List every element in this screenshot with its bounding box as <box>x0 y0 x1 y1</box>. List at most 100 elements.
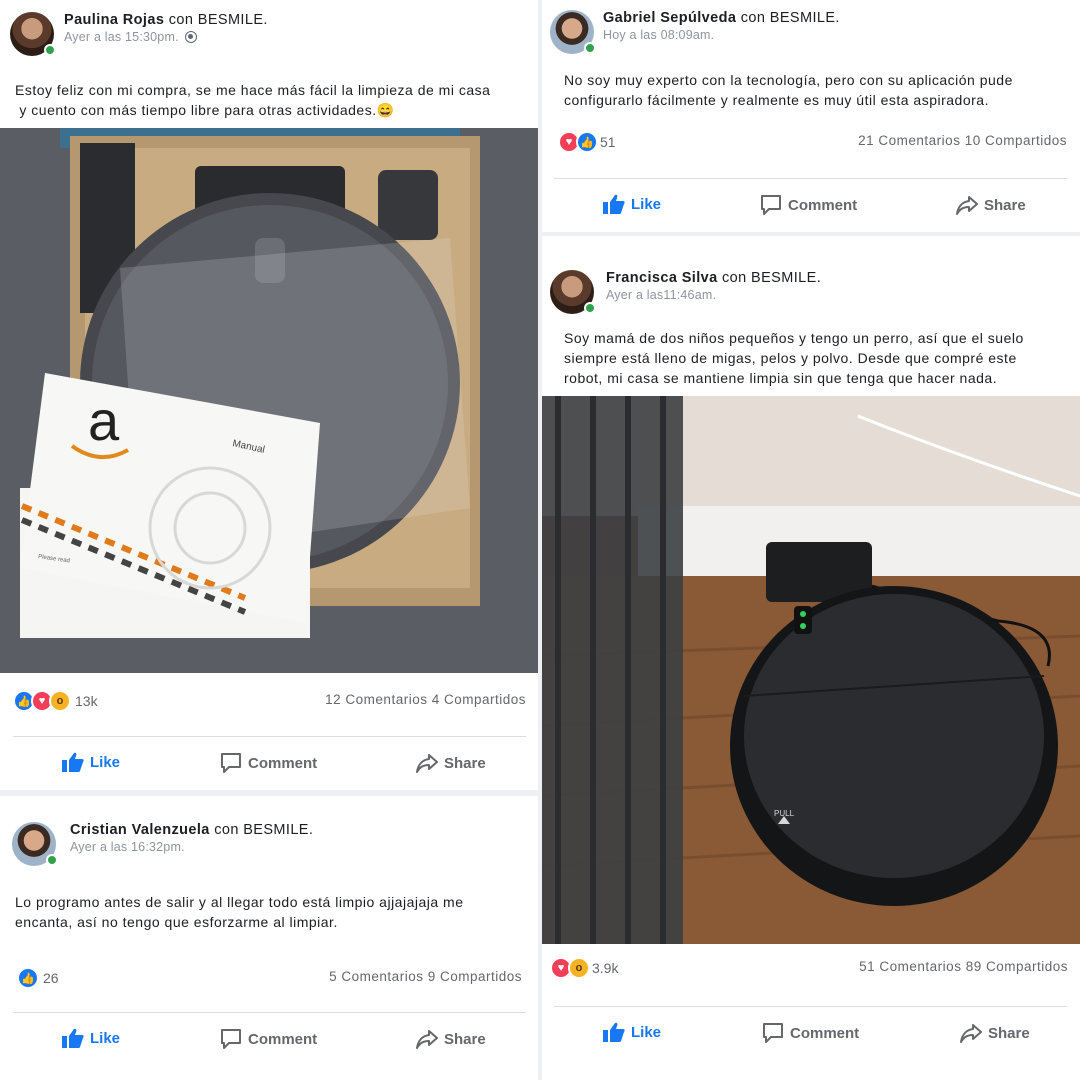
thumbs-up-icon <box>603 1022 625 1042</box>
like-button[interactable]: Like <box>603 194 661 214</box>
reaction-count[interactable]: 13k <box>75 693 98 709</box>
like-label: Like <box>90 1029 121 1047</box>
action-bar: Like Comment Share <box>0 752 538 782</box>
comments-shares[interactable]: 21 Comentarios 10 Compartidos <box>858 133 1067 148</box>
share-icon <box>960 1024 982 1043</box>
robot-on-floor-image: PULL <box>542 396 1080 944</box>
author-name[interactable]: Cristian Valenzuela <box>70 822 210 838</box>
like-label: Like <box>631 1023 662 1041</box>
post-text: Estoy feliz con mi compra, se me hace má… <box>15 80 530 120</box>
avatar[interactable] <box>12 822 58 866</box>
wow-reaction-icon[interactable]: o <box>568 957 590 979</box>
reaction-count[interactable]: 26 <box>43 970 59 986</box>
divider <box>554 1006 1067 1007</box>
reaction-bar: ♥ 👍 51 21 Comentarios 10 Compartidos <box>558 130 1067 154</box>
post-cristian: Cristian Valenzuela con BESMILE. Ayer a … <box>0 796 538 1080</box>
comments-shares[interactable]: 5 Comentarios 9 Compartidos <box>329 969 522 984</box>
reaction-count[interactable]: 51 <box>600 134 616 150</box>
comments-shares[interactable]: 12 Comentarios 4 Compartidos <box>325 692 526 707</box>
with-label: con BESMILE. <box>168 12 268 28</box>
online-indicator <box>44 44 56 56</box>
globe-icon <box>184 31 197 43</box>
comment-icon <box>221 753 241 773</box>
wow-reaction-icon[interactable]: o <box>49 690 71 712</box>
share-icon <box>416 1030 438 1049</box>
share-label: Share <box>984 196 1026 214</box>
post-text-line: encanta, así no tengo que esforzarme al … <box>15 914 338 930</box>
like-button[interactable]: Like <box>62 752 120 772</box>
post-time[interactable]: Ayer a las 16:32pm. <box>70 840 185 854</box>
avatar[interactable] <box>550 270 596 314</box>
comment-icon <box>763 1023 783 1043</box>
share-label: Share <box>444 754 486 772</box>
like-reaction-icon[interactable]: 👍 <box>17 967 39 989</box>
comment-button[interactable]: Comment <box>760 194 857 216</box>
like-label: Like <box>90 753 121 771</box>
share-label: Share <box>988 1024 1030 1042</box>
post-text-line: Estoy feliz con mi compra, se me hace má… <box>15 82 491 98</box>
post-text-line: configurarlo fácilmente y realmente es m… <box>564 92 989 108</box>
comments-shares[interactable]: 51 Comentarios 89 Compartidos <box>859 959 1068 974</box>
post-text-line: robot, mi casa se mantiene limpia sin qu… <box>564 370 998 386</box>
post-francisca: Francisca Silva con BESMILE. Ayer a las1… <box>542 236 1080 1080</box>
action-bar: Like Comment Share <box>542 194 1080 224</box>
online-indicator <box>46 854 58 866</box>
divider <box>554 178 1067 179</box>
online-indicator <box>584 302 596 314</box>
avatar[interactable] <box>550 10 596 54</box>
with-label: con BESMILE. <box>214 822 314 838</box>
thumbs-up-icon <box>603 194 625 214</box>
post-paulina: Paulina Rojas con BESMILE. Ayer a las 15… <box>0 0 538 790</box>
comment-icon <box>221 1029 241 1049</box>
share-label: Share <box>444 1030 486 1048</box>
comment-button[interactable]: Comment <box>220 1028 317 1050</box>
brand-logo: a <box>88 389 120 452</box>
like-button[interactable]: Like <box>603 1022 661 1042</box>
post-time[interactable]: Ayer a las 15:30pm. <box>64 30 179 44</box>
author-name[interactable]: Francisca Silva <box>606 270 718 286</box>
comment-label: Comment <box>790 1024 860 1042</box>
action-bar: Like Comment Share <box>0 1028 538 1058</box>
share-icon <box>416 754 438 773</box>
post-text-line: siempre está lleno de migas, pelos y pol… <box>564 350 1017 366</box>
reaction-bar: ♥ o 3.9k 51 Comentarios 89 Compartidos <box>550 956 1068 980</box>
post-photo[interactable]: a Manual Please read <box>0 128 538 673</box>
comment-button[interactable]: Comment <box>762 1022 859 1044</box>
divider <box>13 736 526 737</box>
comment-label: Comment <box>788 196 858 214</box>
action-bar: Like Comment Share <box>542 1022 1080 1052</box>
with-label: con BESMILE. <box>722 270 822 286</box>
post-text-line: Lo programo antes de salir y al llegar t… <box>15 894 464 910</box>
share-button[interactable]: Share <box>960 1022 1030 1044</box>
reaction-bar: 👍 26 5 Comentarios 9 Compartidos <box>17 966 522 990</box>
like-reaction-icon[interactable]: 👍 <box>576 131 598 153</box>
post-text-line: y cuento con más tiempo libre para otras… <box>15 102 395 118</box>
comment-icon <box>761 195 781 215</box>
post-photo[interactable]: PULL <box>542 396 1080 944</box>
share-button[interactable]: Share <box>416 1028 486 1050</box>
post-text-line: No soy muy experto con la tecnología, pe… <box>564 72 1013 88</box>
author-name[interactable]: Gabriel Sepúlveda <box>603 10 736 26</box>
post-time[interactable]: Hoy a las 08:09am. <box>603 28 714 42</box>
like-label: Like <box>631 195 662 213</box>
author-name[interactable]: Paulina Rojas <box>64 12 164 28</box>
reaction-bar: 👍 ♥ o 13k 12 Comentarios 4 Compartidos <box>13 689 526 713</box>
post-text-line: Soy mamá de dos niños pequeños y tengo u… <box>564 330 1024 346</box>
share-button[interactable]: Share <box>416 752 486 774</box>
like-button[interactable]: Like <box>62 1028 120 1048</box>
robot-unboxing-image: a Manual Please read <box>0 128 538 673</box>
reaction-count[interactable]: 3.9k <box>592 960 618 976</box>
thumbs-up-icon <box>62 1028 84 1048</box>
post-text: No soy muy experto con la tecnología, pe… <box>564 70 1074 110</box>
thumbs-up-icon <box>62 752 84 772</box>
comment-button[interactable]: Comment <box>220 752 317 774</box>
divider <box>13 1012 526 1013</box>
post-gabriel: Gabriel Sepúlveda con BESMILE. Hoy a las… <box>542 0 1080 232</box>
post-time[interactable]: Ayer a las11:46am. <box>606 288 716 302</box>
comment-label: Comment <box>248 754 318 772</box>
comment-label: Comment <box>248 1030 318 1048</box>
avatar[interactable] <box>10 12 56 56</box>
share-button[interactable]: Share <box>956 194 1026 216</box>
with-label: con BESMILE. <box>740 10 840 26</box>
share-icon <box>956 196 978 215</box>
